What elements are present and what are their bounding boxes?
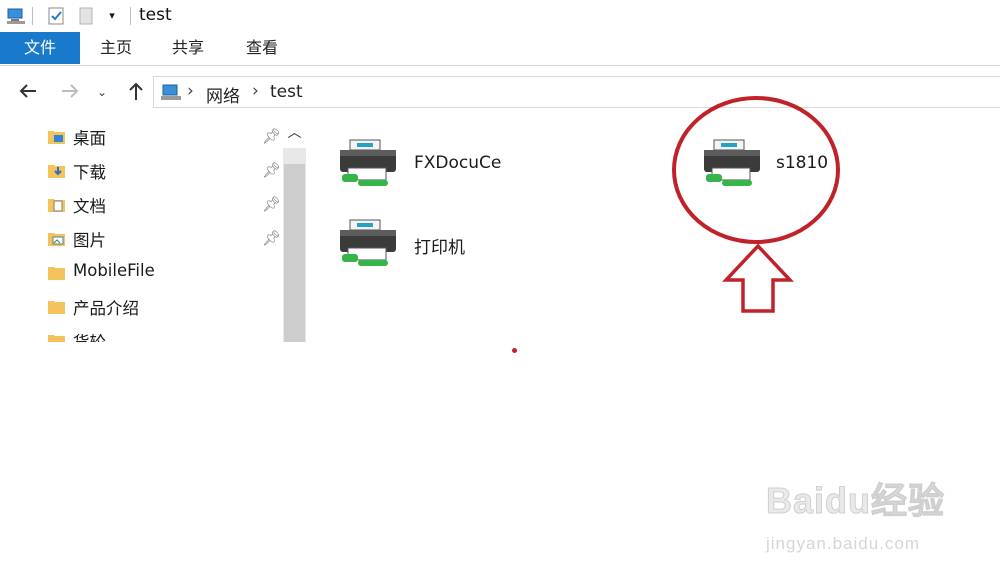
watermark-brand: Baidu经验 [765,480,946,522]
folder-icon [48,299,65,314]
printer-item-fxdocuce[interactable]: FXDocuCe [336,138,516,190]
navigation-pane: 桌面 📌︎ 下载 📌︎ 文档 📌︎ 图片 📌︎ MobileFile 产品介绍 [0,118,306,342]
baidu-watermark: Baidu经验 jingyan.baidu.com [765,472,986,572]
sidebar-item-label: 产品介绍 [73,299,139,318]
pictures-folder-icon [48,231,65,246]
network-printer-icon [340,219,396,266]
scrollbar-thumb[interactable] [284,164,305,342]
sidebar-item-mobilefile[interactable]: MobileFile [48,258,284,288]
sidebar-item-downloads[interactable]: 下载 📌︎ [48,156,284,186]
pin-icon[interactable]: 📌︎ [262,229,281,247]
ribbon-tabs: 文件 主页 共享 查看 [0,32,1000,66]
back-arrow-icon[interactable] [16,80,40,104]
title-separator [32,7,33,25]
breadcrumb-test[interactable]: test [270,82,303,102]
sidebar-item-label: 货轮 [73,329,106,342]
tab-share[interactable]: 共享 [168,32,208,64]
properties-icon[interactable] [46,6,66,26]
sidebar-item-cargo-ship[interactable]: 货轮 [48,326,284,342]
annotation-up-arrow [722,243,794,313]
forward-arrow-icon[interactable] [58,80,82,104]
annotation-dot [512,348,517,353]
sidebar-item-label: 图片 [73,231,106,250]
new-folder-icon[interactable] [76,6,96,26]
documents-folder-icon [48,197,65,212]
folder-icon [48,333,65,342]
sidebar-scrollbar[interactable]: ︿ [283,118,306,342]
desktop-folder-icon [48,129,65,144]
sidebar-item-documents[interactable]: 文档 📌︎ [48,190,284,220]
sidebar-item-label: MobileFile [73,261,155,280]
printer-label: FXDocuCe [414,153,502,173]
tab-view[interactable]: 查看 [242,32,282,64]
sidebar-item-label: 下载 [73,163,106,182]
folder-icon [48,265,65,280]
pin-icon[interactable]: 📌︎ [262,161,281,179]
sidebar-item-desktop[interactable]: 桌面 📌︎ [48,122,284,152]
title-bar: ▾ test [0,0,1000,32]
printer-item-printer[interactable]: 打印机 [336,218,516,270]
sidebar-item-pictures[interactable]: 图片 📌︎ [48,224,284,254]
scroll-up-icon[interactable]: ︿ [283,118,306,148]
title-separator [130,7,131,25]
recent-dropdown-icon[interactable]: ⌄ [94,80,110,104]
annotation-circle [672,96,840,244]
printer-label: 打印机 [414,238,465,258]
tab-file[interactable]: 文件 [0,32,80,64]
computer-icon[interactable] [6,6,26,26]
breadcrumb-network[interactable]: 网络 [206,82,240,107]
watermark-url: jingyan.baidu.com [766,534,921,553]
pin-icon[interactable]: 📌︎ [262,127,281,145]
tab-home[interactable]: 主页 [96,32,136,64]
address-bar[interactable]: › 网络 › test [153,76,1000,108]
sidebar-item-label: 桌面 [73,129,106,148]
downloads-folder-icon [48,163,65,178]
sidebar-item-label: 文档 [73,197,106,216]
window-title: test [139,5,172,25]
sidebar-item-product-intro[interactable]: 产品介绍 [48,292,284,322]
pin-icon[interactable]: 📌︎ [262,195,281,213]
navigation-bar: ⌄ › 网络 › test [0,72,1000,112]
up-arrow-icon[interactable] [124,80,148,104]
customize-dropdown-icon[interactable]: ▾ [102,6,122,26]
network-printer-icon [340,139,396,186]
breadcrumb-chevron[interactable]: › [252,81,259,101]
network-computer-icon [160,83,182,103]
breadcrumb-chevron[interactable]: › [187,81,194,101]
